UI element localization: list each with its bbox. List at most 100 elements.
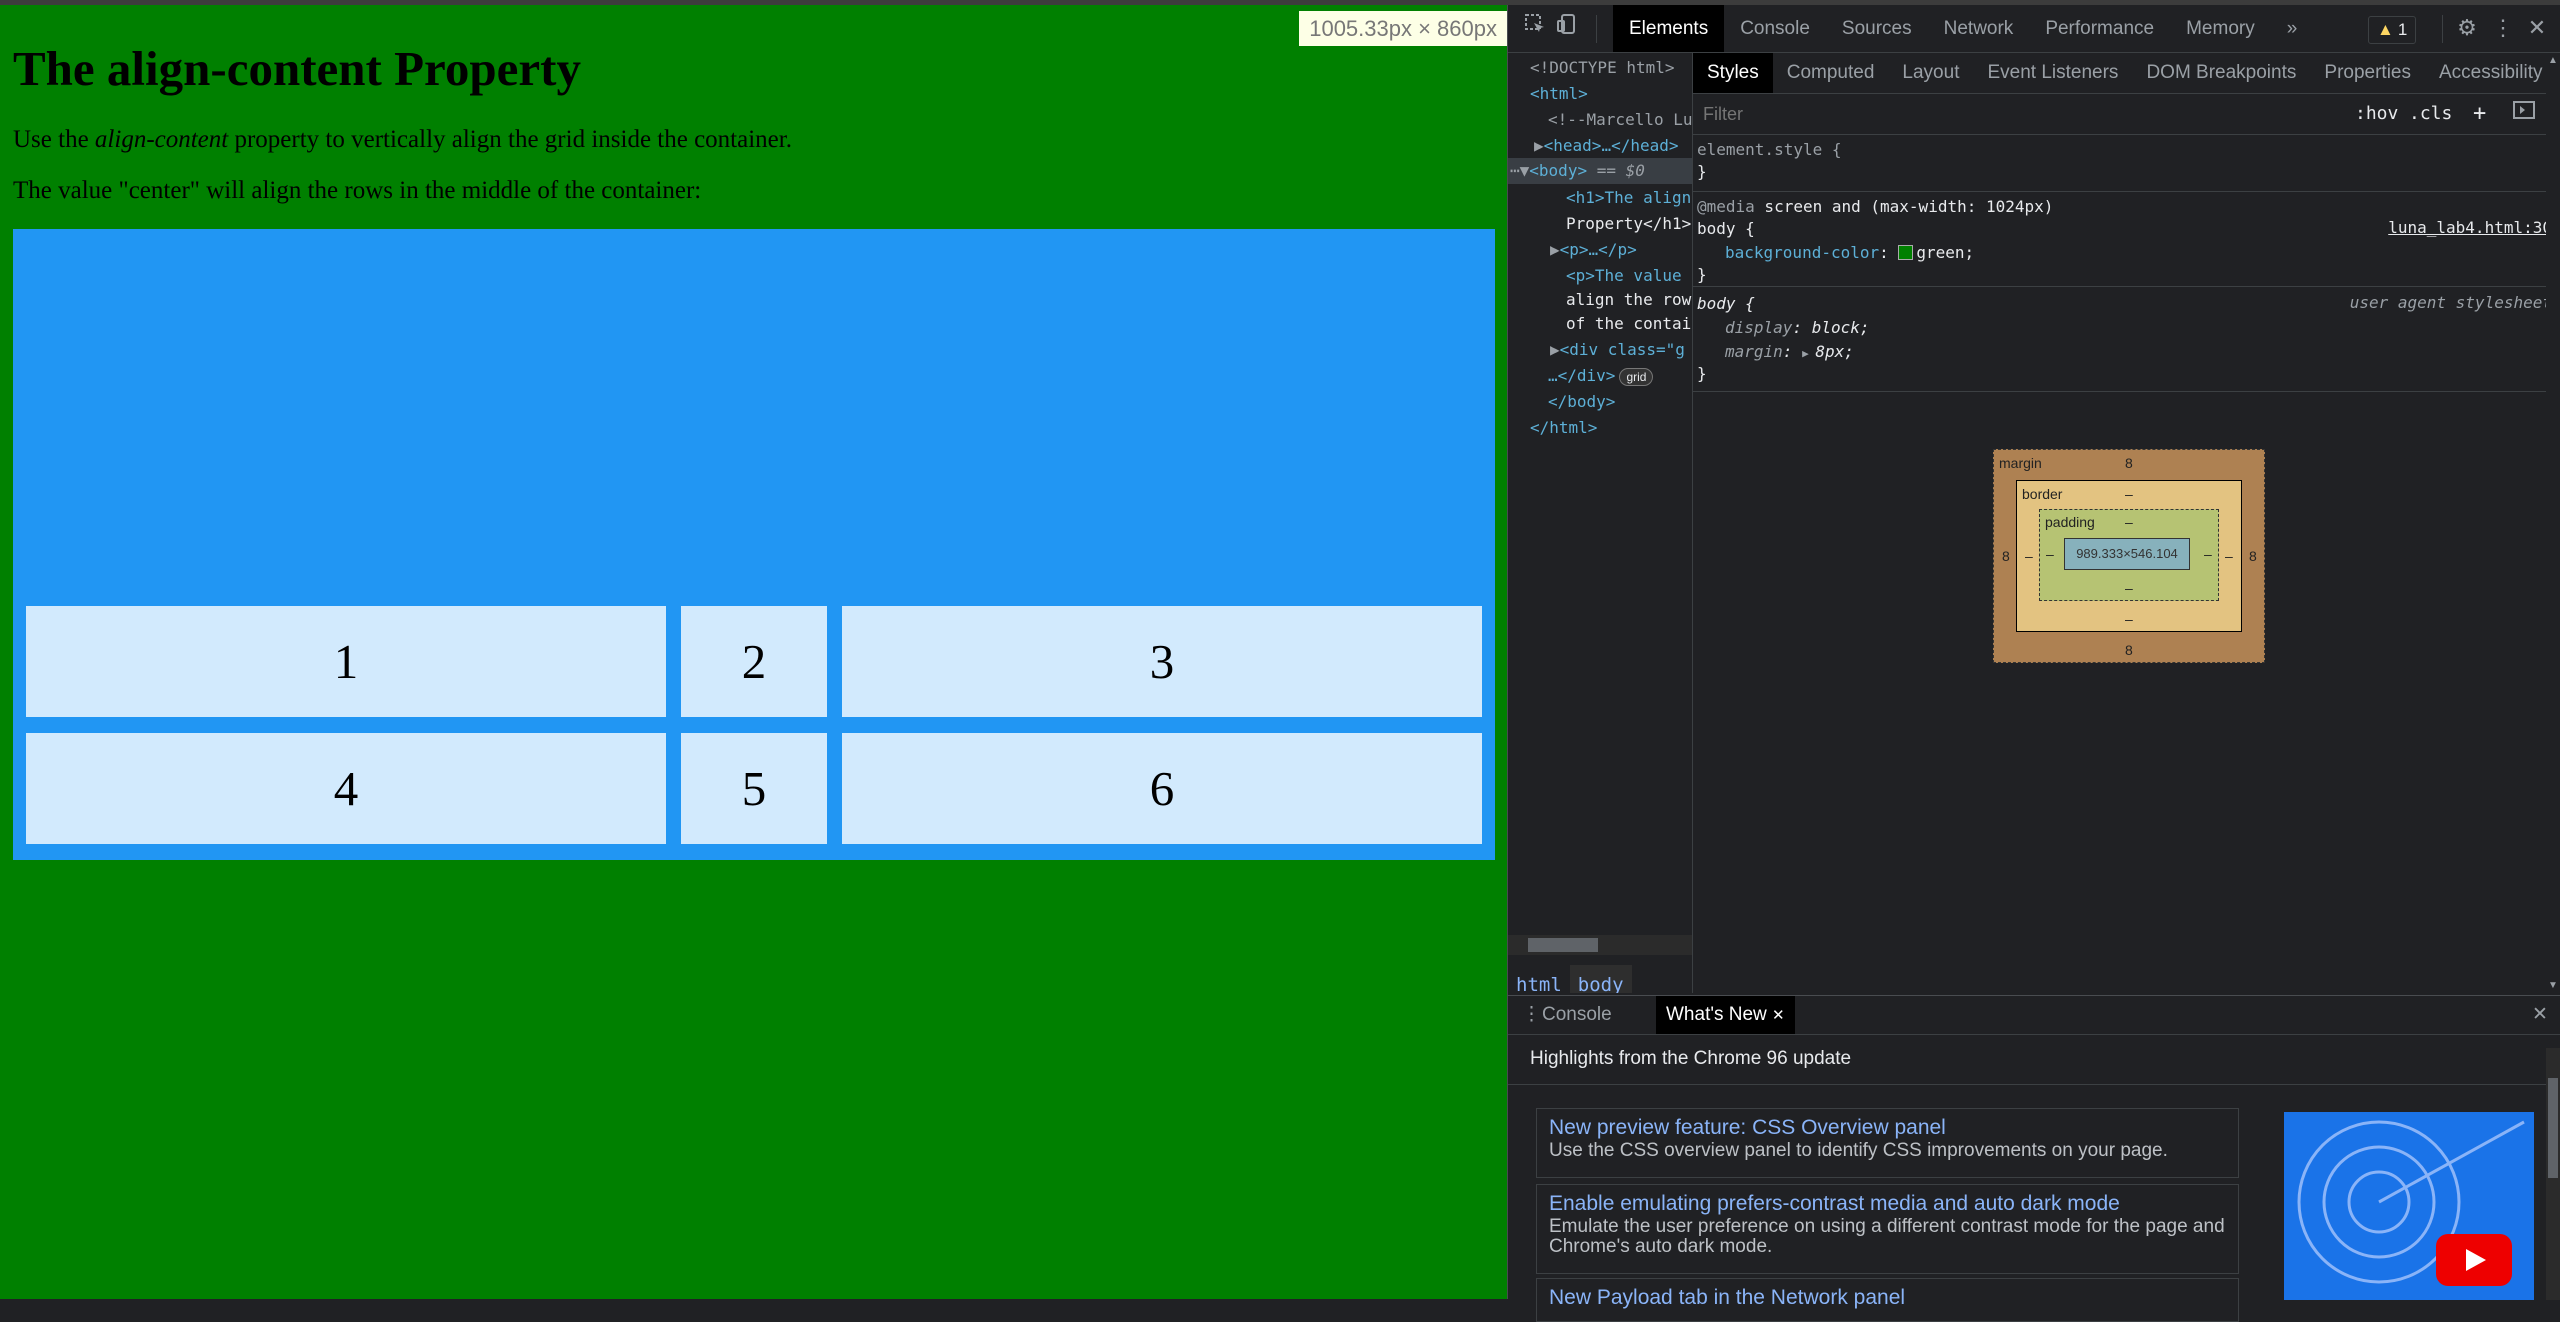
close-drawer-icon[interactable]: ✕ [2522,996,2558,1034]
grid-badge[interactable]: grid [1619,368,1654,386]
subtab-event-listeners[interactable]: Event Listeners [1973,53,2132,93]
border-bottom-value[interactable]: – [2125,611,2133,627]
news-card-title[interactable]: Enable emulating prefers-contrast media … [1549,1191,2226,1217]
dom-body-label: <body> [1529,161,1588,180]
kebab-menu-icon[interactable]: ⋮ [2488,13,2518,43]
drawer-tab-console[interactable]: Console [1532,996,1622,1034]
dom-head-node[interactable]: ▶<head>…</head> [1534,135,1679,157]
warnings-counter[interactable]: ▲ 1 [2368,16,2417,44]
dom-div-node[interactable]: ▶<div class="g [1550,339,1685,361]
bg-color-value[interactable]: green; [1916,243,1974,262]
subtab-styles[interactable]: Styles [1693,53,1773,93]
scroll-down-icon[interactable]: ▼ [2548,980,2558,991]
scroll-up-icon[interactable]: ▲ [2548,55,2558,66]
news-card-title[interactable]: New preview feature: CSS Overview panel [1549,1115,2226,1141]
padding-left-value[interactable]: – [2046,546,2054,562]
drawer-tabbar: ⋮ Console What's New ✕ ✕ [1508,996,2560,1035]
dom-doctype[interactable]: <!DOCTYPE html> [1530,57,1675,79]
breadcrumb: html body [1508,965,1692,993]
element-style-selector[interactable]: element.style { [1697,139,1842,161]
subtab-computed[interactable]: Computed [1773,53,1889,93]
dom-p-open[interactable]: <p>The value [1566,265,1682,287]
tab-memory[interactable]: Memory [2170,5,2271,52]
news-card[interactable]: Enable emulating prefers-contrast media … [1536,1184,2239,1274]
scrollbar-thumb[interactable] [1528,938,1598,952]
toggle-sidebar-icon[interactable] [2513,100,2535,128]
margin-bottom-value[interactable]: 8 [2125,642,2133,658]
close-devtools-icon[interactable]: ✕ [2522,13,2552,43]
subtab-dom-breakpoints[interactable]: DOM Breakpoints [2132,53,2310,93]
styles-filter-input[interactable] [1697,100,2349,128]
subtab-layout[interactable]: Layout [1888,53,1973,93]
news-card[interactable]: New preview feature: CSS Overview panel … [1536,1108,2239,1178]
tab-elements[interactable]: Elements [1613,5,1725,52]
margin-right-value[interactable]: 8 [2249,548,2257,564]
tab-network[interactable]: Network [1928,5,2030,52]
drawer-tab-whats-new[interactable]: What's New ✕ [1656,996,1795,1034]
color-swatch-icon[interactable] [1898,245,1914,260]
subtab-accessibility[interactable]: Accessibility [2425,53,2556,93]
dom-h1-line2[interactable]: Property</h1> [1566,213,1691,235]
source-link[interactable]: luna_lab4.html:30 [2388,218,2552,237]
grid-item-3: 3 [842,606,1482,717]
hov-toggle[interactable]: :hov [2355,100,2398,128]
breadcrumb-html[interactable]: html [1508,965,1570,993]
tab-sources[interactable]: Sources [1826,5,1928,52]
padding-right-value[interactable]: – [2204,546,2212,562]
cls-toggle[interactable]: .cls [2409,100,2452,128]
expand-arrow-icon[interactable]: ▶ [1802,347,1815,360]
dom-p-collapsed[interactable]: ▶<p>…</p> [1550,239,1637,261]
expand-arrow-icon[interactable]: ▶ [1550,340,1560,359]
padding-bottom-value[interactable]: – [2125,580,2133,596]
dom-html-close[interactable]: </html> [1530,417,1597,439]
border-left-value[interactable]: – [2025,548,2033,564]
box-model-margin[interactable]: margin 8 8 8 8 border – – – – padding – … [1993,449,2265,663]
news-card[interactable]: New Payload tab in the Network panel [1536,1278,2239,1322]
more-tabs-button[interactable]: » [2271,5,2314,52]
news-card-title[interactable]: New Payload tab in the Network panel [1549,1285,2226,1311]
box-model-content-size[interactable]: 989.333×546.104 [2064,538,2190,570]
dom-horizontal-scrollbar[interactable] [1508,935,1692,955]
dom-p-line3[interactable]: of the contai [1566,313,1691,335]
drawer-scrollbar[interactable] [2546,1048,2560,1300]
dom-h1-line1[interactable]: <h1>The align [1566,187,1691,209]
subtab-properties[interactable]: Properties [2310,53,2425,93]
tab-performance[interactable]: Performance [2029,5,2170,52]
dom-p-collapsed-label: <p>…</p> [1559,240,1637,259]
collapse-arrow-icon[interactable]: ▼ [1520,161,1530,180]
margin-top-value[interactable]: 8 [2125,455,2133,471]
body-selector[interactable]: body { [1697,218,1755,240]
play-icon[interactable] [2436,1234,2512,1286]
close-tab-icon[interactable]: ✕ [1772,1007,1785,1024]
whats-new-heading: Highlights from the Chrome 96 update [1530,1048,1852,1069]
rule-close-brace: } [1697,364,1707,383]
inspect-element-icon[interactable] [1520,13,1550,43]
dom-body-close[interactable]: </body> [1548,391,1615,413]
rule-body-media: @media screen and (max-width: 1024px) bo… [1693,192,2560,287]
rule-element-style: element.style { } [1693,135,2560,192]
border-right-value[interactable]: – [2225,548,2233,564]
dom-body-node[interactable]: ⋯▼<body> == $0 [1510,160,1645,182]
sidebar-subtabs: Styles Computed Layout Event Listeners D… [1693,53,2560,94]
dom-p-line2[interactable]: align the row [1566,289,1691,311]
tab-console[interactable]: Console [1724,5,1826,52]
expand-arrow-icon[interactable]: ▶ [1550,240,1560,259]
add-rule-button[interactable]: + [2473,100,2486,128]
expand-arrow-icon[interactable]: ▶ [1534,136,1544,155]
device-toolbar-icon[interactable] [1552,13,1582,43]
gear-icon[interactable]: ⚙ [2452,13,2482,43]
dom-div-close-row[interactable]: …</div> grid [1548,365,1654,387]
scrollbar-thumb[interactable] [2548,1078,2558,1178]
border-top-value[interactable]: – [2125,486,2133,502]
bg-color-property[interactable]: background-color [1725,243,1879,262]
box-model-border[interactable]: border – – – – padding – – – – 989.333×5… [2016,480,2242,632]
box-model-padding[interactable]: padding – – – – 989.333×546.104 [2039,509,2219,601]
margin-left-value[interactable]: 8 [2002,548,2010,564]
styles-vertical-scrollbar[interactable]: ▲ ▼ [2546,53,2560,993]
breadcrumb-body[interactable]: body [1569,965,1632,993]
dom-html-open[interactable]: <html> [1530,83,1588,105]
padding-top-value[interactable]: – [2125,514,2133,530]
dom-comment[interactable]: <!--Marcello Lu [1548,109,1692,131]
video-thumbnail[interactable] [2284,1112,2534,1300]
bg-color-declaration[interactable]: background-color: green; [1725,242,1974,264]
